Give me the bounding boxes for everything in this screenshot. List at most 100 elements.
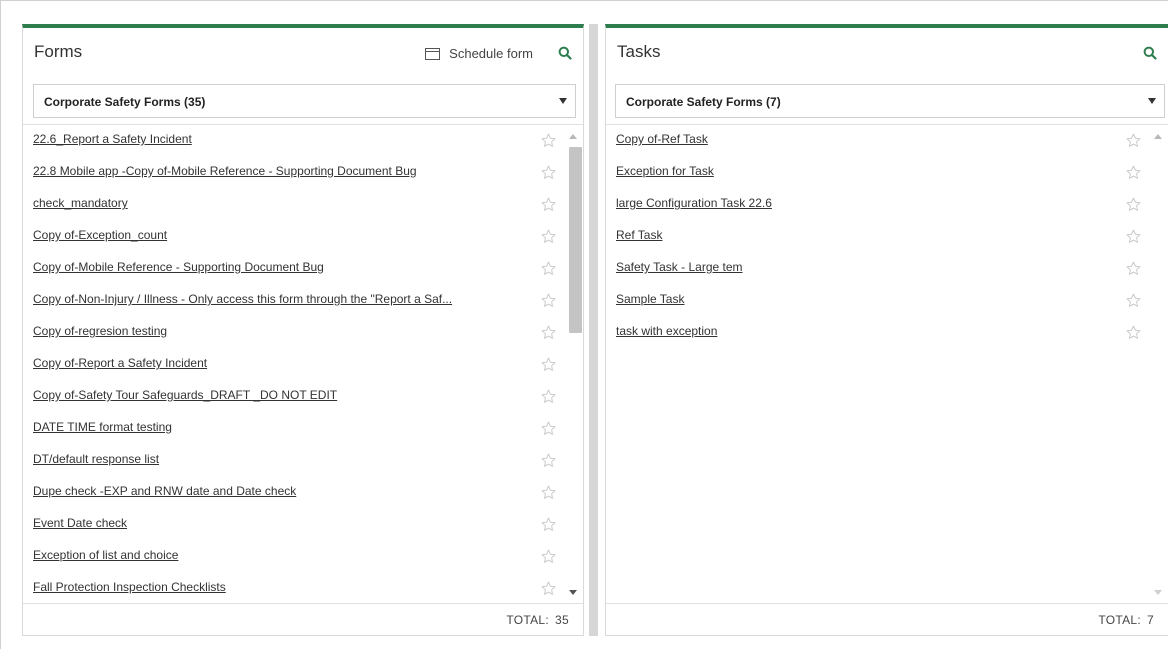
form-list-item: Fall Protection Inspection Checklists	[23, 573, 564, 603]
forms-list: 22.6_Report a Safety Incident 22.8 Mobile…	[23, 125, 564, 603]
search-icon[interactable]	[1143, 46, 1157, 60]
favorite-star-icon[interactable]	[541, 261, 556, 276]
forms-panel-header: Forms Schedule form	[23, 28, 583, 72]
scroll-up-arrow-icon[interactable]	[569, 134, 577, 139]
favorite-star-icon[interactable]	[1126, 293, 1141, 308]
task-item-link[interactable]: Sample Task	[616, 292, 684, 306]
task-item-link[interactable]: Safety Task - Large tem	[616, 260, 743, 274]
task-list-item: Exception for Task	[606, 157, 1149, 189]
form-list-item: check_mandatory	[23, 189, 564, 221]
task-item-link[interactable]: Copy of-Ref Task	[616, 132, 708, 146]
favorite-star-icon[interactable]	[541, 229, 556, 244]
form-item-link[interactable]: Exception of list and choice	[33, 548, 178, 562]
favorite-star-icon[interactable]	[541, 453, 556, 468]
form-list-item: Copy of-Non-Injury / Illness - Only acce…	[23, 285, 564, 317]
form-item-link[interactable]: DATE TIME format testing	[33, 420, 172, 434]
form-item-link[interactable]: 22.8 Mobile app -Copy of-Mobile Referenc…	[33, 164, 417, 178]
form-list-item: Dupe check -EXP and RNW date and Date ch…	[23, 477, 564, 509]
forms-panel-footer: TOTAL: 35	[23, 603, 583, 635]
form-item-link[interactable]: Copy of-Mobile Reference - Supporting Do…	[33, 260, 324, 274]
scrollbar-thumb[interactable]	[569, 147, 582, 333]
favorite-star-icon[interactable]	[1126, 261, 1141, 276]
scroll-down-arrow-icon[interactable]	[569, 590, 577, 595]
scroll-up-arrow-icon[interactable]	[1154, 134, 1162, 139]
form-list-item: Exception of list and choice	[23, 541, 564, 573]
forms-category-select[interactable]: Corporate Safety Forms (35)	[33, 84, 576, 118]
form-item-link[interactable]: Copy of-Safety Tour Safeguards_DRAFT _DO…	[33, 388, 337, 402]
form-list-item: Copy of-regresion testing	[23, 317, 564, 349]
form-list-item: Copy of-Exception_count	[23, 221, 564, 253]
tasks-list: Copy of-Ref Task Exception for Task large …	[606, 125, 1149, 603]
splitter-bar[interactable]	[589, 24, 598, 636]
form-item-link[interactable]: Dupe check -EXP and RNW date and Date ch…	[33, 484, 296, 498]
task-list-item: Ref Task	[606, 221, 1149, 253]
tasks-panel-title: Tasks	[617, 42, 661, 61]
form-list-item: 22.6_Report a Safety Incident	[23, 125, 564, 157]
task-item-link[interactable]: Ref Task	[616, 228, 662, 242]
favorite-star-icon[interactable]	[541, 197, 556, 212]
search-icon[interactable]	[558, 46, 572, 60]
tasks-panel-header: Tasks	[606, 28, 1168, 72]
favorite-star-icon[interactable]	[541, 325, 556, 340]
forms-total-label: TOTAL:	[506, 613, 550, 627]
schedule-form-button[interactable]: Schedule form	[425, 46, 533, 61]
task-item-link[interactable]: task with exception	[616, 324, 717, 338]
favorite-star-icon[interactable]	[541, 485, 556, 500]
form-item-link[interactable]: Copy of-Report a Safety Incident	[33, 356, 207, 370]
chevron-down-icon	[559, 98, 567, 104]
form-item-link[interactable]: Copy of-Non-Injury / Illness - Only acce…	[33, 292, 452, 306]
form-list-item: 22.8 Mobile app -Copy of-Mobile Referenc…	[23, 157, 564, 189]
favorite-star-icon[interactable]	[1126, 165, 1141, 180]
form-item-link[interactable]: Fall Protection Inspection Checklists	[33, 580, 226, 594]
tasks-scrollbar[interactable]	[1151, 125, 1165, 603]
form-item-link[interactable]: Event Date check	[33, 516, 127, 530]
tasks-panel: Tasks Corporate Safety Forms (7) Copy of…	[605, 24, 1168, 636]
form-item-link[interactable]: DT/default response list	[33, 452, 159, 466]
forms-category-selected: Corporate Safety Forms (35)	[44, 95, 206, 109]
form-item-link[interactable]: Copy of-Exception_count	[33, 228, 167, 242]
tasks-panel-footer: TOTAL: 7	[606, 603, 1168, 635]
form-list-item: Copy of-Mobile Reference - Supporting Do…	[23, 253, 564, 285]
task-item-link[interactable]: large Configuration Task 22.6	[616, 196, 772, 210]
forms-total: TOTAL: 35	[506, 613, 569, 627]
schedule-form-label: Schedule form	[449, 46, 533, 61]
task-list-item: large Configuration Task 22.6	[606, 189, 1149, 221]
favorite-star-icon[interactable]	[541, 549, 556, 564]
form-list-item: Copy of-Safety Tour Safeguards_DRAFT _DO…	[23, 381, 564, 413]
form-item-link[interactable]: Copy of-regresion testing	[33, 324, 167, 338]
favorite-star-icon[interactable]	[541, 389, 556, 404]
tasks-category-select[interactable]: Corporate Safety Forms (7)	[615, 84, 1165, 118]
forms-panel-title: Forms	[34, 42, 83, 61]
scroll-down-arrow-icon[interactable]	[1154, 590, 1162, 595]
chevron-down-icon	[1148, 98, 1156, 104]
forms-scrollbar[interactable]	[566, 125, 582, 603]
form-list-item: DATE TIME format testing	[23, 413, 564, 445]
favorite-star-icon[interactable]	[541, 293, 556, 308]
tasks-category-selected: Corporate Safety Forms (7)	[626, 95, 781, 109]
task-list-item: task with exception	[606, 317, 1149, 349]
form-item-link[interactable]: check_mandatory	[33, 196, 128, 210]
favorite-star-icon[interactable]	[541, 165, 556, 180]
favorite-star-icon[interactable]	[1126, 229, 1141, 244]
calendar-icon	[425, 48, 441, 60]
tasks-total: TOTAL: 7	[1098, 613, 1154, 627]
form-item-link[interactable]: 22.6_Report a Safety Incident	[33, 132, 192, 146]
task-item-link[interactable]: Exception for Task	[616, 164, 714, 178]
favorite-star-icon[interactable]	[1126, 133, 1141, 148]
tasks-total-label: TOTAL:	[1098, 613, 1142, 627]
tasks-list-area: Copy of-Ref Task Exception for Task large …	[606, 124, 1168, 603]
forms-list-area: 22.6_Report a Safety Incident 22.8 Mobile…	[23, 124, 583, 603]
panel-splitter[interactable]	[584, 24, 605, 636]
favorite-star-icon[interactable]	[541, 133, 556, 148]
favorite-star-icon[interactable]	[1126, 197, 1141, 212]
favorite-star-icon[interactable]	[541, 581, 556, 596]
favorite-star-icon[interactable]	[541, 421, 556, 436]
form-list-item: Event Date check	[23, 509, 564, 541]
form-list-item: DT/default response list	[23, 445, 564, 477]
task-list-item: Sample Task	[606, 285, 1149, 317]
favorite-star-icon[interactable]	[541, 357, 556, 372]
favorite-star-icon[interactable]	[1126, 325, 1141, 340]
favorite-star-icon[interactable]	[541, 517, 556, 532]
task-list-item: Copy of-Ref Task	[606, 125, 1149, 157]
form-list-item: Copy of-Report a Safety Incident	[23, 349, 564, 381]
